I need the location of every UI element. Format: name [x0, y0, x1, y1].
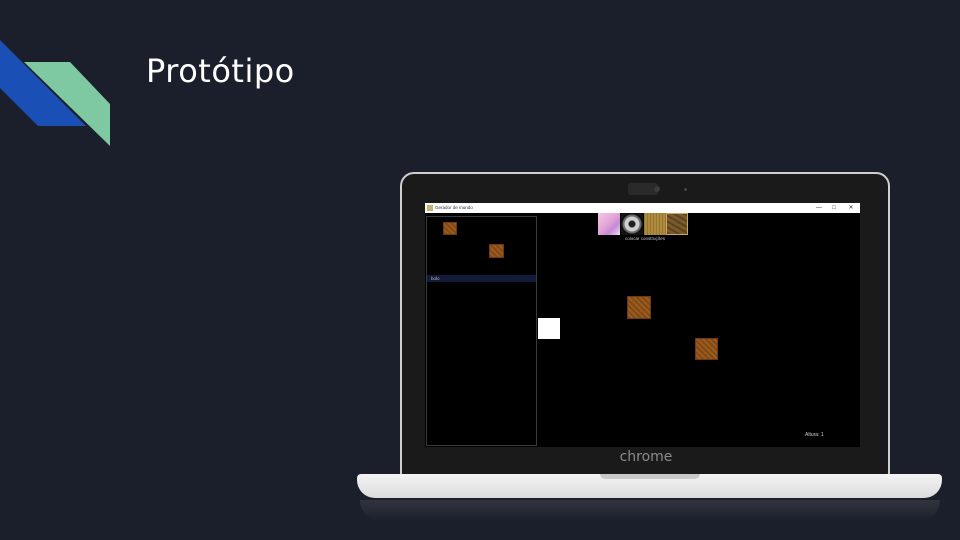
camera-led [684, 188, 687, 191]
slide: Protótipo chrome Gerador de mundo — □ ✕ … [0, 0, 960, 540]
height-status: Altura: 1 [805, 432, 824, 438]
player-block[interactable] [538, 318, 560, 339]
camera-icon [654, 186, 660, 192]
selected-list-item[interactable]: bolo [427, 275, 536, 282]
maximize-button[interactable]: □ [827, 203, 841, 213]
palette-label: colocar construções [624, 236, 666, 241]
pink-texture-swatch[interactable] [598, 213, 620, 235]
window-title: Gerador de mundo [435, 205, 473, 210]
selected-list-item-label: bolo [431, 276, 440, 281]
minimize-button[interactable]: — [812, 203, 826, 213]
construction-list-panel[interactable]: bolo [426, 216, 537, 446]
sand-texture-swatch[interactable] [644, 213, 666, 235]
rock-texture-swatch[interactable] [666, 213, 688, 235]
placed-brick-tile[interactable] [695, 338, 718, 360]
app-window: Gerador de mundo — □ ✕ bolo colocar cons… [425, 203, 860, 447]
app-icon [427, 205, 433, 211]
slide-title: Protótipo [146, 52, 295, 90]
close-button[interactable]: ✕ [844, 203, 858, 213]
texture-palette [598, 213, 688, 235]
window-titlebar: Gerador de mundo — □ ✕ [425, 203, 860, 213]
laptop-base-notch [600, 474, 700, 479]
laptop-brand: chrome [619, 449, 673, 465]
laptop-reflection [360, 500, 940, 522]
placed-brick-tile[interactable] [627, 296, 651, 319]
gear-texture-swatch[interactable] [621, 213, 643, 235]
panel-tile-preview[interactable] [443, 222, 457, 235]
decorative-stripes [0, 40, 110, 146]
panel-tile-preview[interactable] [489, 244, 504, 258]
